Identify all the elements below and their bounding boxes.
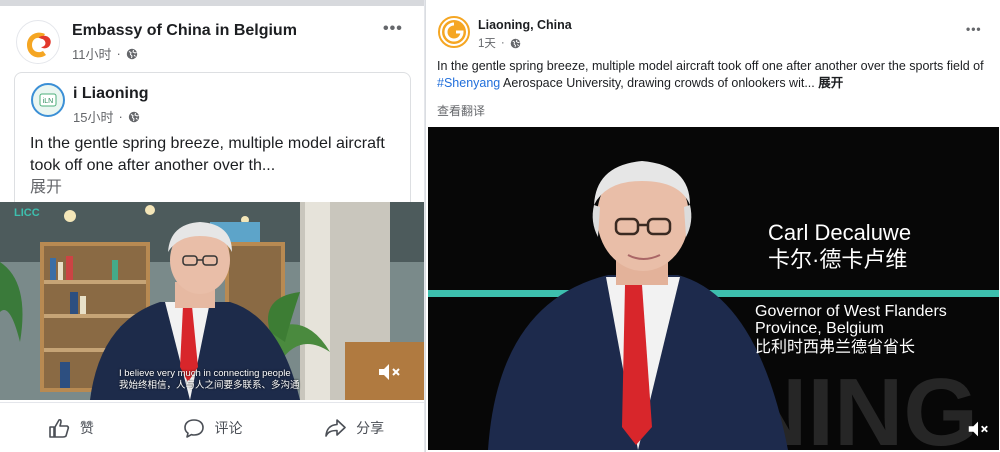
subtitle-en: I believe very much in connecting people	[119, 368, 291, 379]
shared-post-meta: 15小时 ·	[73, 107, 140, 126]
globe-icon	[126, 48, 138, 59]
right-video-player[interactable]: NING Carl Decaluwe 卡尔·德卡卢维 Governor of W…	[428, 127, 999, 450]
lower-third-name: Carl Decaluwe 卡尔·德卡卢维	[768, 219, 911, 273]
video-frame-governor: NING	[428, 127, 999, 450]
video-subtitle: I believe very much in connecting people…	[119, 368, 300, 392]
globe-icon	[128, 111, 140, 122]
title-en-line2: Province, Belgium	[755, 320, 884, 337]
like-label: 赞	[79, 419, 94, 436]
title-zh: 比利时西弗兰德省省长	[755, 339, 916, 356]
subtitle-zh: 我始终相信，人与人之间要多联系、多沟通	[119, 380, 300, 391]
share-arrow-icon	[325, 418, 346, 437]
thumbs-up-icon	[49, 418, 69, 438]
svg-text:iLN: iLN	[43, 98, 54, 105]
globe-icon	[510, 38, 521, 48]
post-action-bar: 赞 评论 分享	[0, 402, 424, 452]
expand-link[interactable]: 展开	[30, 179, 62, 196]
mute-toggle[interactable]	[376, 362, 402, 387]
person-name-zh: 卡尔·德卡卢维	[768, 247, 908, 272]
comment-label: 评论	[214, 419, 243, 436]
title-en-line1: Governor of West Flanders	[755, 303, 947, 320]
person-name-en: Carl Decaluwe	[768, 220, 912, 245]
shared-post: iLN i Liaoning 15小时 · In the gentle spri…	[14, 72, 411, 202]
more-options-icon[interactable]: •••	[383, 20, 403, 38]
embassy-logo-icon	[18, 22, 59, 63]
right-mute-toggle[interactable]	[966, 419, 990, 444]
share-button[interactable]: 分享	[283, 403, 424, 452]
i-liaoning-logo-icon: iLN	[39, 93, 57, 107]
hashtag-link[interactable]: #Shenyang	[437, 76, 500, 90]
left-post-card: Embassy of China in Belgium 11小时 · ••• i…	[0, 0, 425, 452]
right-post-meta: 1天 ·	[478, 35, 521, 51]
right-post-time[interactable]: 1天	[478, 35, 496, 51]
embassy-avatar[interactable]	[16, 20, 60, 64]
post-meta: 11小时 ·	[72, 44, 138, 63]
shared-page-name[interactable]: i Liaoning	[73, 85, 149, 103]
right-post-body-2: Aerospace University, drawing crowds of …	[500, 76, 819, 90]
speaker-muted-icon	[379, 364, 400, 380]
share-label: 分享	[356, 419, 385, 436]
comment-bubble-icon	[183, 418, 204, 438]
right-post-text: In the gentle spring breeze, multiple mo…	[437, 58, 997, 92]
page-name[interactable]: Embassy of China in Belgium	[72, 22, 297, 40]
top-divider	[0, 0, 424, 6]
shared-post-time[interactable]: 15小时	[73, 107, 113, 126]
right-post-card: Liaoning, China 1天 · ••• In the gentle s…	[425, 0, 1000, 452]
lower-third-title: Governor of West Flanders Province, Belg…	[755, 303, 947, 356]
right-post-body-1: In the gentle spring breeze, multiple mo…	[437, 59, 984, 73]
shared-post-text: In the gentle spring breeze, multiple mo…	[30, 133, 400, 199]
see-translation-link[interactable]: 查看翻译	[437, 102, 485, 119]
left-video-player[interactable]: LICC I believe very much in connecting p…	[0, 202, 424, 400]
post-time[interactable]: 11小时	[72, 44, 112, 63]
liaoning-china-avatar[interactable]	[438, 16, 470, 48]
like-button[interactable]: 赞	[0, 403, 142, 452]
right-expand-link[interactable]: 展开	[818, 76, 843, 90]
i-liaoning-avatar[interactable]: iLN	[31, 83, 65, 117]
right-page-name[interactable]: Liaoning, China	[478, 18, 572, 32]
liaoning-logo-icon	[442, 20, 466, 44]
licc-logo: LICC	[14, 207, 40, 219]
speaker-muted-icon	[968, 421, 988, 437]
shared-post-body: In the gentle spring breeze, multiple mo…	[30, 135, 385, 174]
right-more-options-icon[interactable]: •••	[966, 22, 982, 36]
comment-button[interactable]: 评论	[142, 403, 284, 452]
